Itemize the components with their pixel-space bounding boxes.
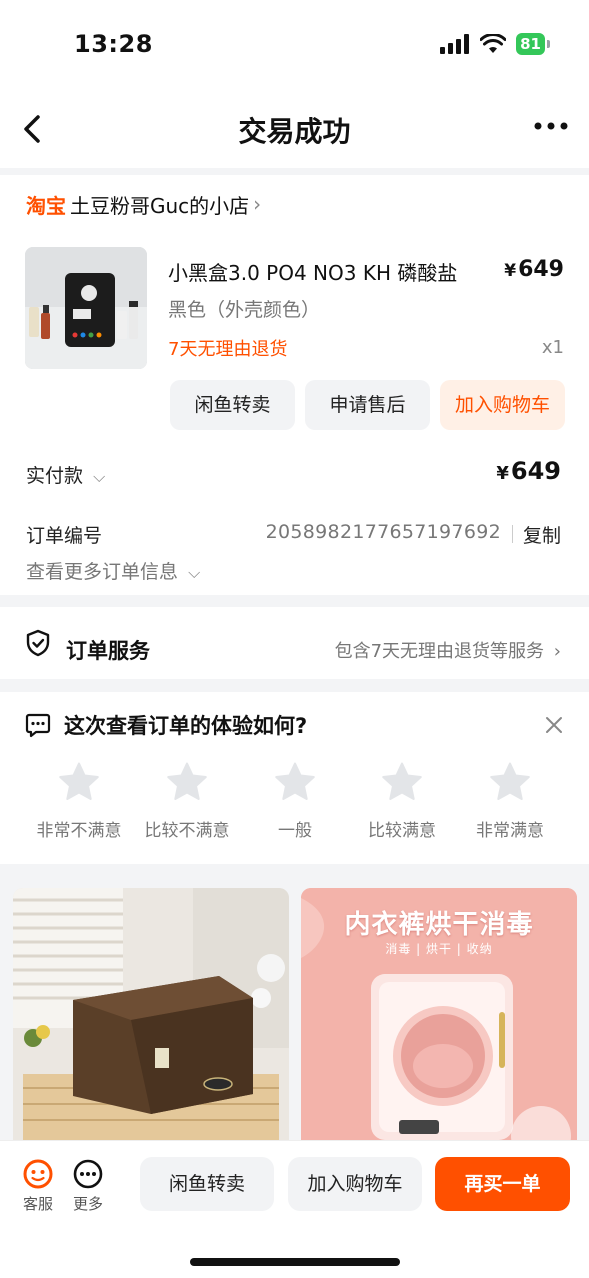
product-image[interactable] <box>25 247 147 369</box>
price-symbol: ¥ <box>504 261 517 281</box>
product-title[interactable]: 小黑盒3.0 PO4 NO3 KH 磷酸盐 <box>168 257 457 286</box>
product-image <box>13 888 289 1140</box>
rating-dissatisfied[interactable]: 比较不满意 <box>132 762 242 841</box>
rating-label: 比较不满意 <box>144 821 230 841</box>
payment-amount: ¥649 <box>496 457 561 485</box>
status-time: 13:28 <box>74 30 153 58</box>
shield-icon <box>26 629 50 657</box>
nav-bar: 交易成功 <box>0 88 589 168</box>
payment-value: 649 <box>510 457 561 485</box>
order-card: 淘宝 土豆粉哥Guc的小店 › 小黑盒3.0 PO4 NO3 KH 磷酸盐 ¥6… <box>0 175 589 595</box>
product-quantity: x1 <box>541 337 564 358</box>
add-cart-button[interactable]: 加入购物车 <box>440 380 565 430</box>
bottom-action-bar: 客服 更多 闲鱼转卖 加入购物车 再买一单 <box>0 1140 589 1278</box>
rating-very-dissatisfied[interactable]: 非常不满意 <box>24 762 134 841</box>
more-button[interactable]: 更多 <box>63 1159 113 1214</box>
star-icon <box>490 762 530 800</box>
more-icon[interactable] <box>533 118 569 134</box>
rating-label: 非常不满意 <box>36 821 122 841</box>
chat-icon <box>25 713 51 738</box>
more-order-info-link[interactable]: 查看更多订单信息 ⌵ <box>26 557 200 584</box>
star-icon <box>167 762 207 800</box>
ellipsis-circle-icon <box>73 1159 103 1189</box>
resell-button[interactable]: 闲鱼转卖 <box>170 380 295 430</box>
close-icon[interactable] <box>545 716 563 734</box>
feedback-title: 这次查看订单的体验如何? <box>64 714 308 738</box>
taobao-logo: 淘宝 <box>26 193 66 218</box>
rating-label: 一般 <box>278 821 312 841</box>
payment-symbol: ¥ <box>496 463 509 484</box>
return-policy: 7天无理由退货 <box>168 339 288 360</box>
customer-service-icon <box>23 1159 53 1189</box>
product-variant: 黑色（外壳颜色） <box>168 299 321 321</box>
payment-label[interactable]: 实付款 ⌵ <box>26 461 105 488</box>
product-price: ¥649 <box>504 257 564 282</box>
recommendation-card-rice-box[interactable] <box>13 888 289 1140</box>
shop-link[interactable]: 淘宝 土豆粉哥Guc的小店 › <box>26 189 261 219</box>
rating-neutral[interactable]: 一般 <box>240 762 350 841</box>
after-sale-button[interactable]: 申请售后 <box>305 380 430 430</box>
home-indicator <box>190 1258 400 1266</box>
order-service-value: 包含7天无理由退货等服务 › <box>335 637 561 663</box>
status-bar: 13:28 81 <box>0 0 589 88</box>
signal-icon <box>440 34 470 54</box>
page-title: 交易成功 <box>238 115 351 148</box>
order-service-text: 包含7天无理由退货等服务 <box>334 641 545 662</box>
star-icon <box>382 762 422 800</box>
chevron-right-icon: › <box>553 641 561 662</box>
star-icon <box>59 762 99 800</box>
price-value: 649 <box>518 257 564 282</box>
recommendation-card-dryer[interactable]: 内衣裤烘干消毒 消毒 | 烘干 | 收纳 <box>301 888 577 1140</box>
more-label: 更多 <box>72 1195 103 1213</box>
chevron-down-icon: ⌵ <box>188 563 201 582</box>
rating-very-satisfied[interactable]: 非常满意 <box>455 762 565 841</box>
more-order-info-text: 查看更多订单信息 <box>26 561 179 583</box>
copy-button[interactable]: 复制 <box>523 521 561 548</box>
payment-label-text: 实付款 <box>26 465 84 487</box>
add-cart-button[interactable]: 加入购物车 <box>288 1157 422 1211</box>
chevron-down-icon: ⌵ <box>93 467 106 486</box>
order-service-label: 订单服务 <box>66 639 150 663</box>
status-icons: 81 <box>440 32 550 56</box>
shop-name: 土豆粉哥Guc的小店 <box>70 193 250 218</box>
order-service-row[interactable]: 订单服务 包含7天无理由退货等服务 › <box>0 607 589 679</box>
chevron-right-icon: › <box>253 192 262 216</box>
star-icon <box>275 762 315 800</box>
rating-satisfied[interactable]: 比较满意 <box>347 762 457 841</box>
rebuy-button[interactable]: 再买一单 <box>435 1157 570 1211</box>
recommendation-banner-text: 内衣裤烘干消毒 <box>344 910 534 940</box>
feedback-card: 这次查看订单的体验如何? 非常不满意 比较不满意 一般 比较满意 非常满意 <box>0 692 589 864</box>
order-number: 2058982177657197692 <box>265 521 501 543</box>
rating-label: 比较满意 <box>368 821 436 841</box>
divider <box>512 525 513 543</box>
order-number-label: 订单编号 <box>26 525 103 547</box>
recommendation-banner-subtext: 消毒 | 烘干 | 收纳 <box>385 942 493 956</box>
rating-label: 非常满意 <box>476 821 544 841</box>
customer-service-label: 客服 <box>22 1195 53 1213</box>
wifi-icon <box>480 34 507 53</box>
resell-button[interactable]: 闲鱼转卖 <box>140 1157 274 1211</box>
customer-service-button[interactable]: 客服 <box>13 1159 63 1214</box>
battery-indicator: 81 <box>516 33 550 55</box>
